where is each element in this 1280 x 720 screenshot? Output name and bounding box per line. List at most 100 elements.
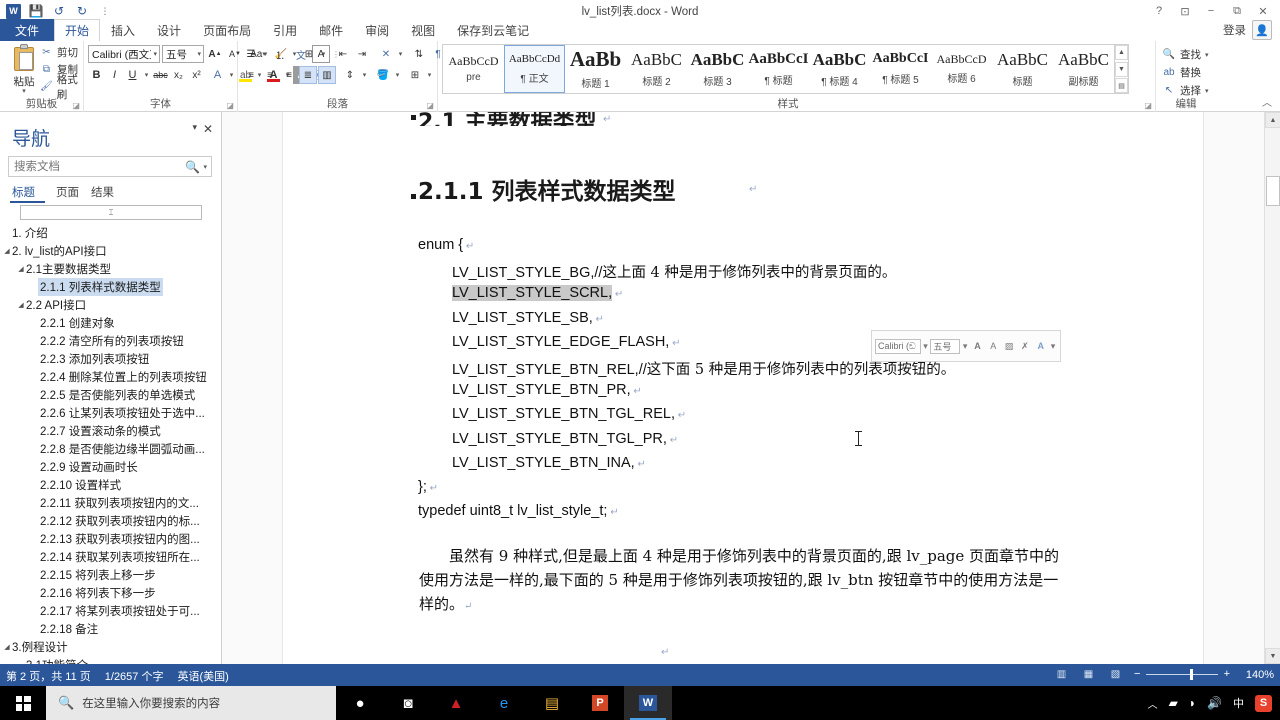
restore-button[interactable]: ⧉ xyxy=(1224,2,1250,20)
ribbon-tab-6[interactable]: 邮件 xyxy=(308,19,354,41)
navigation-search-box[interactable]: 🔍 ▾ xyxy=(8,156,212,177)
line-spacing-icon[interactable]: ⇕ xyxy=(341,66,359,84)
borders-dropdown-icon[interactable]: ▾ xyxy=(425,66,434,84)
ribbon-tab-5[interactable]: 引用 xyxy=(262,19,308,41)
nav-item-11[interactable]: 2.2.7 设置滚动条的模式 xyxy=(0,422,221,440)
nav-item-2[interactable]: ◢ 2.1主要数据类型 xyxy=(0,260,221,278)
page-indicator[interactable]: 第 2 页，共 11 页 xyxy=(6,668,91,684)
increase-indent-icon[interactable]: ⇥ xyxy=(353,45,371,63)
nav-tab-0[interactable]: 标题 xyxy=(10,184,45,203)
ribbon-display-options-button[interactable]: ⊡ xyxy=(1172,2,1198,20)
ribbon-tab-3[interactable]: 设计 xyxy=(146,19,192,41)
document-page[interactable]: 2.1 主要数据类型 ↵ 2.1.1 列表样式数据类型 ↵ enum { ↵ LV… xyxy=(283,112,1203,664)
navigation-options-icon[interactable]: ▾ xyxy=(192,122,197,133)
start-button[interactable] xyxy=(0,686,46,720)
pdf-reader-icon[interactable]: ▲ xyxy=(432,686,480,720)
font-size-combobox[interactable]: 五号 ▾ xyxy=(162,45,204,63)
justify-icon[interactable]: ≣ xyxy=(299,66,317,84)
replace-button[interactable]: ab 替换 xyxy=(1162,65,1201,80)
battery-icon[interactable]: ▰ xyxy=(1169,696,1178,710)
style-item-6[interactable]: AaBbC ¶ 标题 4 xyxy=(809,45,870,93)
camera-icon[interactable]: ◙ xyxy=(384,686,432,720)
styles-dialog-launcher-icon[interactable]: ◪ xyxy=(1144,101,1152,110)
find-button[interactable]: 🔍 查找 ▾ xyxy=(1162,47,1209,62)
wifi-icon[interactable]: ◗ xyxy=(1189,696,1196,710)
borders-icon[interactable]: ⊞ xyxy=(406,66,424,84)
search-options-arrow-icon[interactable]: ▾ xyxy=(203,163,211,171)
align-left-icon[interactable]: ≡ xyxy=(242,66,260,84)
font-dialog-launcher-icon[interactable]: ◪ xyxy=(226,101,234,110)
bold-icon[interactable]: B xyxy=(88,66,105,84)
nav-item-20[interactable]: 2.2.16 将列表下移一步 xyxy=(0,584,221,602)
numbered-list-icon[interactable]: ⒈ xyxy=(271,45,289,63)
file-explorer-icon[interactable]: ▤ xyxy=(528,686,576,720)
powerpoint-icon[interactable]: P xyxy=(576,686,624,720)
scrollbar-thumb[interactable] xyxy=(1266,176,1280,206)
shading-dropdown-icon[interactable]: ▾ xyxy=(393,66,402,84)
italic-icon[interactable]: I xyxy=(106,66,123,84)
find-dropdown-arrow-icon[interactable]: ▾ xyxy=(1205,51,1209,59)
mini-font-name-arrow-icon[interactable]: ▾ xyxy=(922,339,930,354)
style-item-1[interactable]: AaBbCcDd ¶ 正文 xyxy=(504,45,565,93)
mini-font-color-arrow-icon[interactable]: ▾ xyxy=(1049,339,1057,354)
text-effects-dropdown-icon[interactable]: ▾ xyxy=(227,66,236,84)
mini-font-name-combobox[interactable]: Calibri (ඞ xyxy=(875,338,921,354)
underline-dropdown-icon[interactable]: ▾ xyxy=(142,66,151,84)
collapse-ribbon-icon[interactable]: ︿ xyxy=(1262,94,1272,109)
search-icon[interactable]: 🔍 xyxy=(181,160,203,174)
navigation-collapse-handle[interactable]: ⌶ xyxy=(20,205,202,220)
style-item-9[interactable]: AaBbC 标题 xyxy=(992,45,1053,93)
decrease-indent-icon[interactable]: ⇤ xyxy=(334,45,352,63)
mini-clear-format-icon[interactable]: ✗ xyxy=(1017,339,1032,354)
ime-indicator[interactable]: 中 xyxy=(1233,695,1244,711)
style-item-0[interactable]: AaBbCcD pre xyxy=(443,45,504,93)
nav-item-18[interactable]: 2.2.14 获取某列表项按钮所在... xyxy=(0,548,221,566)
mini-font-color-icon[interactable]: A xyxy=(1033,339,1048,354)
style-item-2[interactable]: AaBb 标题 1 xyxy=(565,45,626,93)
align-right-icon[interactable]: ≡ xyxy=(280,66,298,84)
text-effects-icon[interactable]: A xyxy=(209,66,226,84)
gallery-scroll-down-icon[interactable]: ▼ xyxy=(1115,61,1128,77)
nav-item-6[interactable]: 2.2.2 清空所有的列表项按钮 xyxy=(0,332,221,350)
nav-item-5[interactable]: 2.2.1 创建对象 xyxy=(0,314,221,332)
volume-icon[interactable]: 🔊 xyxy=(1207,696,1222,710)
ribbon-tab-4[interactable]: 页面布局 xyxy=(192,19,262,41)
mini-font-size-arrow-icon[interactable]: ▾ xyxy=(961,339,969,354)
shading-icon[interactable]: 🪣 xyxy=(374,66,392,84)
paragraph-dialog-launcher-icon[interactable]: ◪ xyxy=(426,101,434,110)
style-item-5[interactable]: AaBbCcI ¶ 标题 xyxy=(748,45,809,93)
nav-item-24[interactable]: 3.1功能简介 xyxy=(0,656,221,664)
nav-item-16[interactable]: 2.2.12 获取列表项按钮内的标... xyxy=(0,512,221,530)
mini-formatting-toolbar[interactable]: Calibri (ඞ ▾ 五号 ▾ A A ▨ ✗ A ▾ xyxy=(871,330,1061,362)
ribbon-tab-2[interactable]: 插入 xyxy=(100,19,146,41)
mini-highlight-icon[interactable]: ▨ xyxy=(1002,339,1017,354)
nav-item-8[interactable]: 2.2.4 删除某位置上的列表项按钮 xyxy=(0,368,221,386)
style-item-8[interactable]: AaBbCcD 标题 6 xyxy=(931,45,992,93)
nav-item-1[interactable]: ◢ 2. lv_list的API接口 xyxy=(0,242,221,260)
style-item-7[interactable]: AaBbCcI ¶ 标题 5 xyxy=(870,45,931,93)
ribbon-tab-7[interactable]: 审阅 xyxy=(354,19,400,41)
scroll-up-icon[interactable]: ▲ xyxy=(1265,112,1280,128)
read-mode-icon[interactable]: ▥ xyxy=(1053,667,1070,682)
nav-item-15[interactable]: 2.2.11 获取列表项按钮内的文... xyxy=(0,494,221,512)
sign-in-label[interactable]: 登录 xyxy=(1223,22,1246,38)
taskbar-search-box[interactable]: 🔍 在这里输入你要搜索的内容 xyxy=(46,686,336,720)
web-layout-icon[interactable]: ▧ xyxy=(1107,667,1124,682)
nav-item-7[interactable]: 2.2.3 添加列表项按钮 xyxy=(0,350,221,368)
asian-layout-icon[interactable]: ✕ xyxy=(377,45,395,63)
ribbon-tab-0[interactable]: 文件 xyxy=(0,19,55,41)
language-indicator[interactable]: 英语(美国) xyxy=(177,668,228,684)
gallery-scroll-up-icon[interactable]: ▲ xyxy=(1115,45,1128,60)
print-layout-icon[interactable]: ▦ xyxy=(1080,667,1097,682)
word-count[interactable]: 1/2657 个字 xyxy=(105,668,164,684)
ribbon-tab-1[interactable]: 开始 xyxy=(54,19,101,41)
nav-item-21[interactable]: 2.2.17 将某列表项按钮处于可... xyxy=(0,602,221,620)
nav-item-23[interactable]: ◢ 3.例程设计 xyxy=(0,638,221,656)
clipboard-dialog-launcher-icon[interactable]: ◪ xyxy=(72,101,80,110)
multilevel-dropdown-icon[interactable]: ▾ xyxy=(319,45,328,63)
sort-icon[interactable]: ⇅ xyxy=(410,45,428,63)
asian-layout-dropdown-icon[interactable]: ▾ xyxy=(396,45,405,63)
zoom-in-icon[interactable]: + xyxy=(1224,669,1230,680)
minimize-button[interactable]: − xyxy=(1198,2,1224,20)
expander-icon[interactable]: ◢ xyxy=(2,247,12,255)
